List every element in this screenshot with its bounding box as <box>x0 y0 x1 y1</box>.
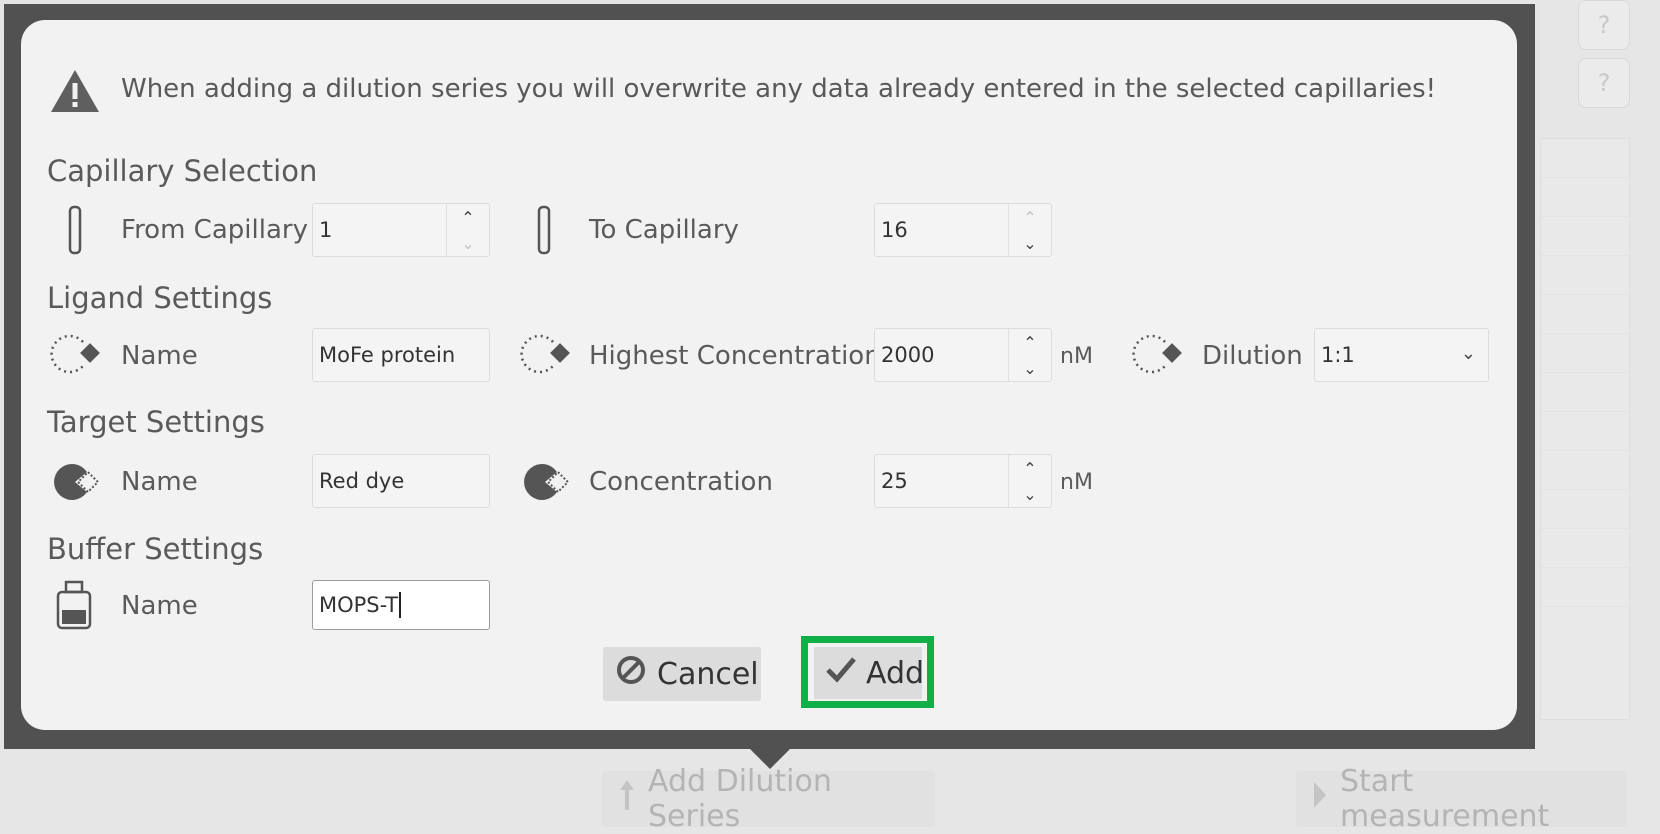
add-label: Add <box>866 655 925 691</box>
from-capillary-label: From Capillary <box>121 215 308 245</box>
dilution-value: 1:1 <box>1321 343 1355 367</box>
from-capillary-stepper[interactable]: 1 ⌃ ⌄ <box>312 203 490 257</box>
highest-concentration-value: 2000 <box>881 343 935 367</box>
highest-concentration-stepper[interactable]: 2000 ⌃ ⌄ <box>874 328 1052 382</box>
decrement-icon[interactable]: ⌄ <box>1009 230 1051 256</box>
ligand-icon <box>1129 332 1183 380</box>
ligand-icon <box>517 332 571 380</box>
ligand-settings-heading: Ligand Settings <box>47 281 273 315</box>
add-dilution-series-label: Add Dilution Series <box>648 764 832 834</box>
start-measurement-label: Start measurement <box>1340 764 1550 834</box>
buffer-name-value: MOPS-T <box>319 593 399 617</box>
help-button[interactable]: ? <box>1578 58 1630 108</box>
highest-concentration-unit: nM <box>1060 344 1093 369</box>
dilution-label: Dilution <box>1202 341 1303 371</box>
target-icon <box>47 462 101 506</box>
upload-icon <box>618 778 636 820</box>
target-name-input[interactable]: Red dye <box>312 454 490 508</box>
capillary-icon <box>536 205 552 259</box>
ligand-icon <box>47 332 101 380</box>
ligand-name-value: MoFe protein <box>319 343 456 367</box>
warning-message: When adding a dilution series you will o… <box>121 74 1437 104</box>
chevron-down-icon: ⌄ <box>1460 343 1476 364</box>
target-icon <box>517 462 571 506</box>
text-cursor <box>399 592 402 618</box>
background-capillary-table <box>1540 138 1630 720</box>
target-concentration-value: 25 <box>881 469 908 493</box>
increment-icon[interactable]: ⌃ <box>1009 329 1051 355</box>
target-settings-heading: Target Settings <box>47 405 265 439</box>
checkmark-icon <box>826 655 856 691</box>
target-concentration-stepper[interactable]: 25 ⌃ ⌄ <box>874 454 1052 508</box>
increment-icon[interactable]: ⌃ <box>447 204 489 230</box>
dilution-select[interactable]: 1:1 ⌄ <box>1314 328 1489 382</box>
help-button[interactable]: ? <box>1578 0 1630 50</box>
to-capillary-label: To Capillary <box>589 215 739 245</box>
cancel-label: Cancel <box>657 656 759 692</box>
add-dilution-series-dialog: When adding a dilution series you will o… <box>21 20 1517 730</box>
target-name-label: Name <box>121 467 198 497</box>
highest-concentration-label: Highest Concentration <box>589 341 881 371</box>
target-name-value: Red dye <box>319 469 405 493</box>
popover-pointer <box>750 749 790 769</box>
warning-triangle-icon <box>49 68 101 118</box>
buffer-bottle-icon <box>55 580 93 634</box>
target-concentration-label: Concentration <box>589 467 773 497</box>
play-icon <box>1312 780 1328 818</box>
add-dilution-series-button[interactable]: Add Dilution Series <box>602 764 935 834</box>
increment-icon[interactable]: ⌃ <box>1009 455 1051 481</box>
cancel-button[interactable]: Cancel <box>603 647 761 701</box>
add-button[interactable]: Add <box>814 647 925 699</box>
capillary-icon <box>67 205 83 259</box>
capillary-selection-heading: Capillary Selection <box>47 154 318 188</box>
to-capillary-value: 16 <box>881 218 908 242</box>
target-concentration-unit: nM <box>1060 470 1093 495</box>
to-capillary-stepper[interactable]: 16 ⌃ ⌄ <box>874 203 1052 257</box>
decrement-icon[interactable]: ⌄ <box>447 230 489 256</box>
decrement-icon[interactable]: ⌄ <box>1009 355 1051 381</box>
ligand-name-label: Name <box>121 341 198 371</box>
buffer-name-label: Name <box>121 591 198 621</box>
decrement-icon[interactable]: ⌄ <box>1009 481 1051 507</box>
from-capillary-value: 1 <box>319 218 333 242</box>
cancel-icon <box>615 654 647 694</box>
buffer-settings-heading: Buffer Settings <box>47 532 264 566</box>
start-measurement-button[interactable]: Start measurement <box>1296 764 1627 834</box>
ligand-name-input[interactable]: MoFe protein <box>312 328 490 382</box>
buffer-name-input[interactable]: MOPS-T <box>312 580 490 630</box>
increment-icon[interactable]: ⌃ <box>1009 204 1051 230</box>
